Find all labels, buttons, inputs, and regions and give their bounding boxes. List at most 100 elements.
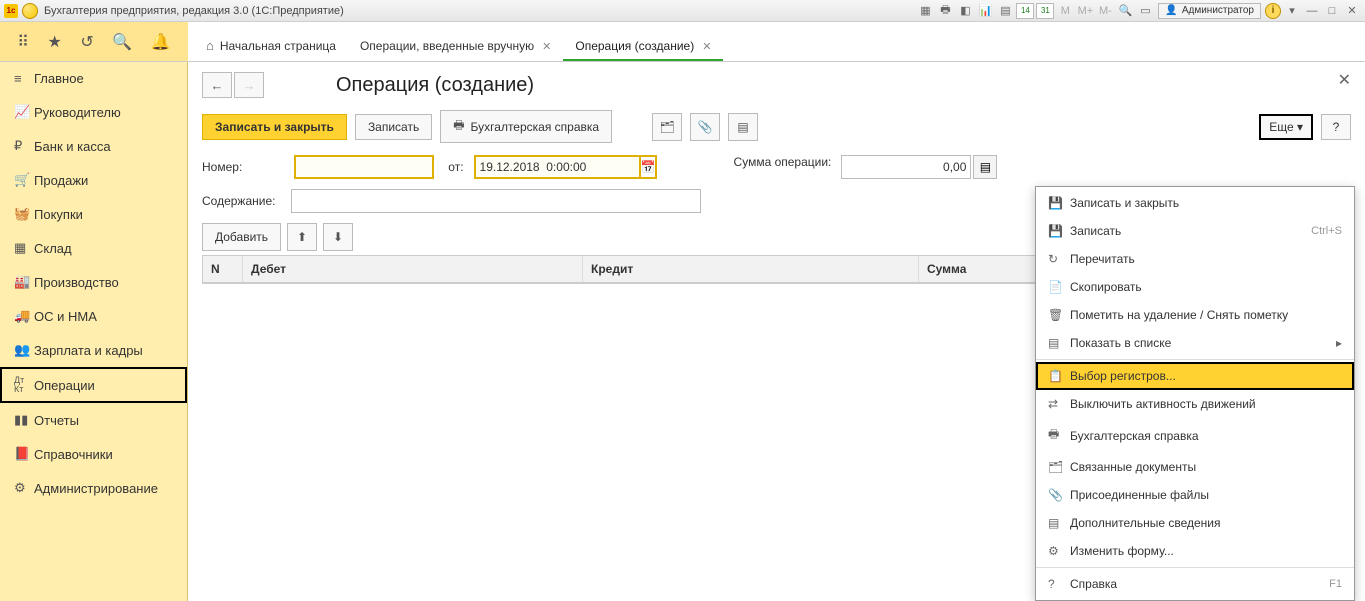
menu-item-show-list[interactable]: ▤Показать в списке▸ bbox=[1036, 329, 1354, 357]
menu-item-copy[interactable]: 📄Скопировать bbox=[1036, 273, 1354, 301]
history-icon[interactable]: ↺ bbox=[80, 32, 93, 52]
chart-icon[interactable]: 📊 bbox=[976, 3, 994, 19]
close-window-icon[interactable]: ✕ bbox=[1343, 3, 1361, 19]
menu-item-help[interactable]: ?СправкаF1 bbox=[1036, 570, 1354, 598]
move-up-button[interactable]: ⬆ bbox=[287, 223, 317, 251]
menu-item-mark-delete[interactable]: 🗑Пометить на удаление / Снять пометку bbox=[1036, 301, 1354, 329]
more-menu: 💾Записать и закрыть💾ЗаписатьCtrl+S↻Переч… bbox=[1035, 186, 1355, 601]
menu-item-linked[interactable]: 🗂Связанные документы bbox=[1036, 453, 1354, 481]
number-input[interactable] bbox=[294, 155, 434, 179]
calculator-button[interactable]: ▤ bbox=[973, 155, 997, 179]
col-debit: Дебет bbox=[243, 256, 583, 282]
sidebar-item-bank[interactable]: ₽Банк и касса bbox=[0, 129, 187, 163]
menu-item-attach[interactable]: 📎Присоединенные файлы bbox=[1036, 481, 1354, 509]
cart-icon: 🛒 bbox=[14, 172, 34, 188]
sidebar-item-label: Продажи bbox=[34, 173, 88, 188]
search-icon[interactable]: 🔍 bbox=[112, 32, 132, 52]
sum-input[interactable] bbox=[841, 155, 971, 179]
sidebar-item-assets[interactable]: 🚚ОС и НМА bbox=[0, 299, 187, 333]
apps-icon[interactable]: ⠿ bbox=[17, 32, 29, 52]
list-button[interactable]: ▤ bbox=[728, 113, 758, 141]
nav-forward-button[interactable]: → bbox=[234, 72, 264, 98]
maximize-icon[interactable]: □ bbox=[1323, 3, 1341, 19]
sidebar-item-label: Операции bbox=[34, 378, 95, 393]
dropdown-icon[interactable]: ▾ bbox=[1283, 3, 1301, 19]
close-page-icon[interactable]: ✕ bbox=[1338, 70, 1351, 90]
move-down-button[interactable]: ⬇ bbox=[323, 223, 353, 251]
sidebar-item-purchases[interactable]: 🧺Покупки bbox=[0, 197, 187, 231]
date-input[interactable] bbox=[474, 155, 641, 179]
sidebar-item-sales[interactable]: 🛒Продажи bbox=[0, 163, 187, 197]
table-icon[interactable]: ▤ bbox=[996, 3, 1014, 19]
tab-home[interactable]: ⌂ Начальная страница bbox=[194, 30, 348, 61]
menu-item-label: Дополнительные сведения bbox=[1070, 516, 1220, 530]
sum-label: Сумма операции: bbox=[734, 155, 832, 179]
print-button[interactable]: 🖶Бухгалтерская справка bbox=[440, 110, 612, 143]
menu-item-save[interactable]: 💾ЗаписатьCtrl+S bbox=[1036, 217, 1354, 245]
col-n: N bbox=[203, 256, 243, 282]
nav-back-button[interactable]: ← bbox=[202, 72, 232, 98]
show-list-icon: ▤ bbox=[1048, 336, 1070, 350]
content-input[interactable] bbox=[291, 189, 701, 213]
calendar1-icon[interactable]: 14 bbox=[1016, 3, 1034, 19]
sidebar-item-label: ОС и НМА bbox=[34, 309, 97, 324]
menu-item-label: Скопировать bbox=[1070, 280, 1142, 294]
m-icon[interactable]: M bbox=[1056, 3, 1074, 19]
favorite-icon[interactable]: ★ bbox=[48, 32, 62, 52]
calendar-button[interactable]: 📅 bbox=[641, 155, 658, 179]
compare-icon[interactable]: ◧ bbox=[956, 3, 974, 19]
minimize-icon[interactable]: — bbox=[1303, 3, 1321, 19]
sidebar-item-refs[interactable]: 📕Справочники bbox=[0, 437, 187, 471]
sidebar-item-reports[interactable]: ▮▮Отчеты bbox=[0, 403, 187, 437]
tab-close-icon[interactable]: ✕ bbox=[542, 40, 551, 53]
registers-icon: 📋 bbox=[1048, 369, 1070, 383]
tab-operation-create[interactable]: Операция (создание) ✕ bbox=[563, 31, 723, 61]
tab-close-icon[interactable]: ✕ bbox=[702, 40, 711, 53]
menu-item-refresh[interactable]: ↻Перечитать bbox=[1036, 245, 1354, 273]
m-plus-icon[interactable]: M+ bbox=[1076, 3, 1094, 19]
sidebar-item-production[interactable]: 🏭Производство bbox=[0, 265, 187, 299]
calendar2-icon[interactable]: 31 bbox=[1036, 3, 1054, 19]
save-button[interactable]: Записать bbox=[355, 114, 432, 140]
sidebar-item-label: Покупки bbox=[34, 207, 83, 222]
gear-icon: ⚙ bbox=[14, 480, 34, 496]
print-icon[interactable]: 🖶 bbox=[936, 3, 954, 19]
sidebar-item-warehouse[interactable]: ▦Склад bbox=[0, 231, 187, 265]
menu-item-extra[interactable]: ▤Дополнительные сведения bbox=[1036, 509, 1354, 537]
bell-icon[interactable]: 🔔 bbox=[151, 32, 171, 52]
m-minus-icon[interactable]: M- bbox=[1096, 3, 1114, 19]
trend-icon: 📈 bbox=[14, 104, 34, 120]
linked-docs-button[interactable]: 🗂 bbox=[652, 113, 682, 141]
menu-item-save-close[interactable]: 💾Записать и закрыть bbox=[1036, 189, 1354, 217]
sidebar-item-operations[interactable]: ДтКтОперации bbox=[0, 367, 187, 403]
sidebar-item-admin[interactable]: ⚙Администрирование bbox=[0, 471, 187, 505]
menu-item-label: Изменить форму... bbox=[1070, 544, 1174, 558]
sidebar-item-manager[interactable]: 📈Руководителю bbox=[0, 95, 187, 129]
basket-icon: 🧺 bbox=[14, 206, 34, 222]
zoom-icon[interactable]: 🔍 bbox=[1116, 3, 1134, 19]
app-menu-drop-icon[interactable] bbox=[22, 3, 38, 19]
sidebar-item-salary[interactable]: 👥Зарплата и кадры bbox=[0, 333, 187, 367]
menu-item-form[interactable]: ⚙Изменить форму... bbox=[1036, 537, 1354, 565]
add-row-button[interactable]: Добавить bbox=[202, 223, 281, 251]
save-close-button[interactable]: Записать и закрыть bbox=[202, 114, 347, 140]
windows-icon[interactable]: ▭ bbox=[1136, 3, 1154, 19]
info-icon[interactable]: i bbox=[1265, 3, 1281, 19]
help-button[interactable]: ? bbox=[1321, 114, 1351, 140]
menu-item-toggle[interactable]: ⇄Выключить активность движений bbox=[1036, 390, 1354, 418]
menu-item-print[interactable]: 🖶Бухгалтерская справка bbox=[1036, 418, 1354, 453]
menu-item-registers[interactable]: 📋Выбор регистров... bbox=[1036, 362, 1354, 390]
toolbar-icon[interactable]: ▦ bbox=[916, 3, 934, 19]
from-label: от: bbox=[448, 160, 463, 174]
truck-icon: 🚚 bbox=[14, 308, 34, 324]
save-icon: 💾 bbox=[1048, 224, 1070, 238]
user-button[interactable]: 👤Администратор bbox=[1158, 3, 1261, 19]
submenu-arrow-icon: ▸ bbox=[1336, 336, 1342, 350]
more-button[interactable]: Еще ▾ bbox=[1259, 114, 1313, 140]
tab-operations-list[interactable]: Операции, введенные вручную ✕ bbox=[348, 31, 563, 61]
number-label: Номер: bbox=[202, 160, 242, 174]
sidebar-item-main[interactable]: ≡Главное bbox=[0, 62, 187, 95]
extra-icon: ▤ bbox=[1048, 516, 1070, 530]
attach-button[interactable]: 📎 bbox=[690, 113, 720, 141]
tab-label: Операция (создание) bbox=[575, 39, 694, 53]
